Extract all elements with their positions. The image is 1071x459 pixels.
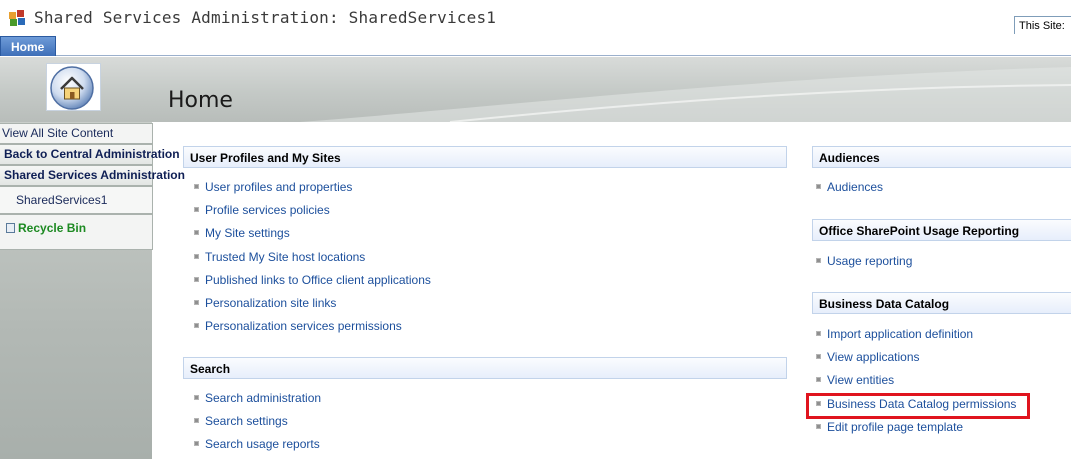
link-label: View applications <box>827 350 920 365</box>
business-data-catalog-link-list: Import application definition View appli… <box>814 327 1016 443</box>
link-personalization-permissions[interactable]: Personalization services permissions <box>192 319 431 342</box>
link-label: Search settings <box>205 414 288 429</box>
audiences-link-list: Audiences <box>814 180 883 203</box>
link-published-links-office[interactable]: Published links to Office client applica… <box>192 273 431 296</box>
tab-home[interactable]: Home <box>0 36 56 56</box>
link-label: Usage reporting <box>827 254 913 268</box>
left-nav: View All Site Content Back to Central Ad… <box>0 123 185 250</box>
nav-recycle-bin[interactable]: Recycle Bin <box>0 214 153 250</box>
bullet-icon <box>194 299 199 305</box>
link-user-profiles-properties[interactable]: User profiles and properties <box>192 180 431 203</box>
section-search-header: Search <box>183 357 787 379</box>
nav-view-all-site-content[interactable]: View All Site Content <box>0 123 153 144</box>
bullet-icon <box>816 423 821 429</box>
bullet-icon <box>194 418 199 424</box>
link-my-site-settings[interactable]: My Site settings <box>192 226 431 249</box>
nav-back-to-central-admin[interactable]: Back to Central Administration <box>0 144 180 165</box>
bullet-icon <box>194 323 199 329</box>
link-label: Personalization site links <box>205 295 337 310</box>
section-user-profiles-header: User Profiles and My Sites <box>183 146 787 168</box>
bullet-icon <box>816 354 821 360</box>
bullet-icon <box>194 276 199 282</box>
page-banner <box>0 57 1071 122</box>
bullet-icon <box>816 184 821 189</box>
recycle-bin-icon <box>6 223 15 233</box>
link-import-application-definition[interactable]: Import application definition <box>814 327 1016 350</box>
link-label: Import application definition <box>827 327 974 341</box>
bullet-icon <box>194 395 199 400</box>
annotation-highlight-box <box>806 393 1030 419</box>
link-search-administration[interactable]: Search administration <box>192 391 321 414</box>
link-personalization-site-links[interactable]: Personalization site links <box>192 296 431 319</box>
link-label: Profile services policies <box>205 203 330 218</box>
section-audiences-header: Audiences <box>812 146 1071 168</box>
link-label: Published links to Office client applica… <box>205 272 431 287</box>
section-usage-reporting-header: Office SharePoint Usage Reporting <box>812 219 1071 241</box>
link-usage-reporting[interactable]: Usage reporting <box>814 254 912 277</box>
bullet-icon <box>816 377 821 383</box>
page-title: Home <box>168 88 233 113</box>
bullet-icon <box>194 253 199 259</box>
home-icon <box>50 66 94 110</box>
link-label: My Site settings <box>205 226 290 241</box>
nav-sharedservices1[interactable]: SharedServices1 <box>0 186 153 214</box>
search-link-list: Search administration Search settings Se… <box>192 391 321 459</box>
link-label: Audiences <box>827 180 884 194</box>
user-profiles-link-list: User profiles and properties Profile ser… <box>192 180 431 342</box>
link-label: User profiles and properties <box>205 180 353 194</box>
sharepoint-logo-icon <box>9 10 25 26</box>
link-profile-services-policies[interactable]: Profile services policies <box>192 203 431 226</box>
title-bar: Shared Services Administration: SharedSe… <box>0 0 1071 36</box>
bullet-icon <box>816 331 821 336</box>
link-trusted-my-site-hosts[interactable]: Trusted My Site host locations <box>192 250 431 273</box>
link-audiences[interactable]: Audiences <box>814 180 883 203</box>
section-business-data-catalog-header: Business Data Catalog <box>812 292 1071 314</box>
search-scope-dropdown[interactable]: This Site: <box>1014 16 1071 36</box>
usage-reporting-link-list: Usage reporting <box>814 254 912 277</box>
nav-shared-services-admin[interactable]: Shared Services Administration <box>0 165 185 186</box>
site-icon-frame <box>46 63 101 111</box>
banner-swoosh-decoration <box>300 67 1071 122</box>
site-title[interactable]: Shared Services Administration: SharedSe… <box>34 8 496 27</box>
top-nav-tabs: Home <box>0 34 1071 56</box>
bullet-icon <box>194 441 199 447</box>
link-search-usage-reports[interactable]: Search usage reports <box>192 437 321 459</box>
link-label: Personalization services permissions <box>205 319 402 334</box>
bullet-icon <box>194 184 199 189</box>
link-edit-profile-page-template[interactable]: Edit profile page template <box>814 420 1016 443</box>
bullet-icon <box>194 230 199 236</box>
link-label: Edit profile page template <box>827 419 964 434</box>
link-label: View entities <box>827 373 895 388</box>
link-view-applications[interactable]: View applications <box>814 350 1016 373</box>
link-search-settings[interactable]: Search settings <box>192 414 321 437</box>
bullet-icon <box>194 207 199 213</box>
link-label: Search usage reports <box>205 437 320 452</box>
link-label: Trusted My Site host locations <box>205 249 366 264</box>
recycle-bin-label: Recycle Bin <box>18 221 87 235</box>
link-label: Search administration <box>205 391 322 405</box>
bullet-icon <box>816 258 821 263</box>
